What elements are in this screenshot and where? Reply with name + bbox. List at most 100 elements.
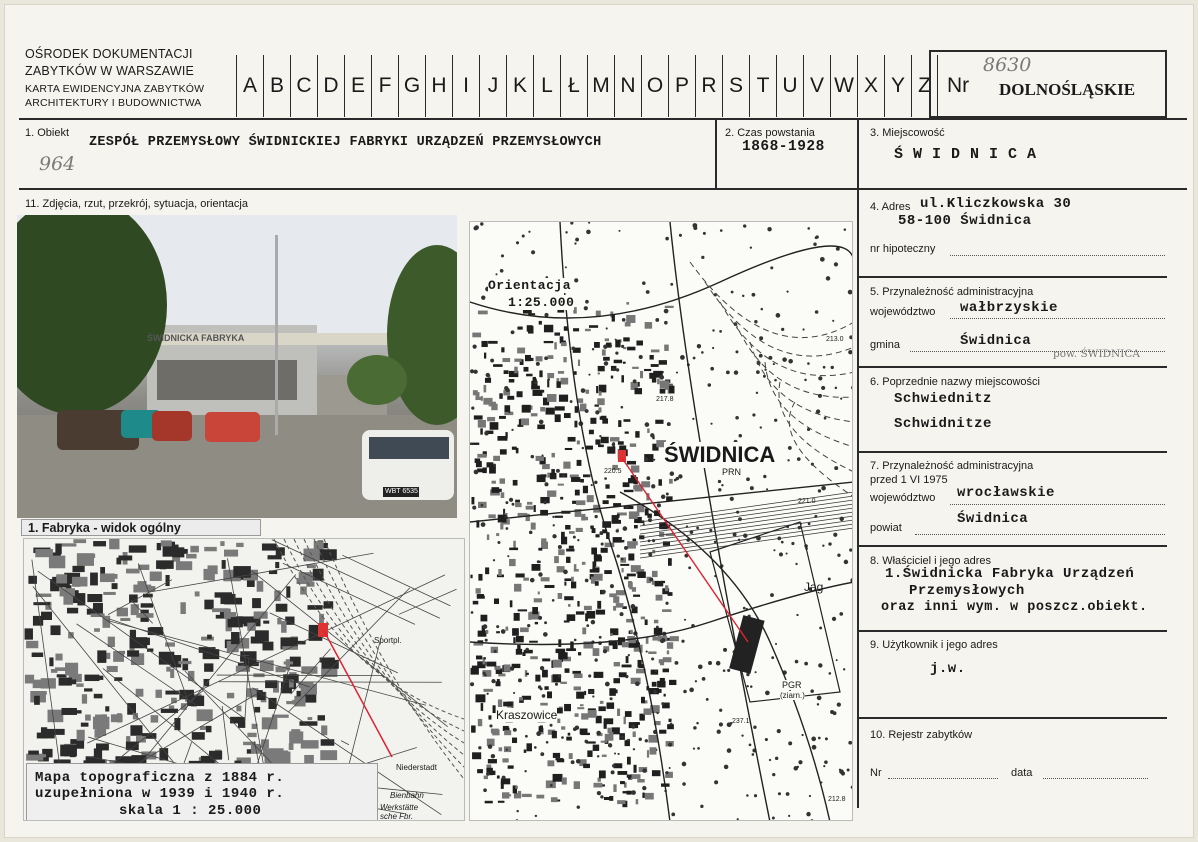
gmina-line: [910, 351, 1165, 352]
historic-map-caption-2: uzupełniona w 1939 i 1940 r.: [35, 786, 285, 802]
map-label-sportpl: Sportpl.: [374, 636, 402, 645]
woj7-value: wrocławskie: [957, 485, 1055, 501]
gmina-handwritten: pow. ŚWIDNICA: [1053, 348, 1140, 360]
alphabet-letter: K: [506, 55, 533, 117]
hipoteczny-line: [950, 255, 1165, 256]
alphabet-letter: J: [479, 55, 506, 117]
wlasciciel-3: oraz inni wym. w poszcz.obiekt.: [881, 600, 1148, 615]
factory-photo: ŚWIDNICKA FABRYKA WBT 6535: [17, 215, 457, 518]
factory-photo-drawing: [17, 215, 457, 518]
alphabet-letter: I: [452, 55, 479, 117]
poprz-label: 6. Poprzednie nazwy miejscowości: [870, 376, 1040, 388]
powiat-value: Świdnica: [957, 511, 1029, 527]
map-height-4: 221.0: [798, 498, 816, 505]
nr-label: Nr: [947, 74, 970, 97]
historic-map: Sportpl. Niederstadt Bienbahn Werkstätte…: [23, 538, 465, 821]
woj-value: wałbrzyskie: [960, 300, 1058, 316]
alphabet-letter: O: [641, 55, 668, 117]
div-9: [857, 630, 1167, 632]
map-height-5: 237.1: [732, 718, 750, 725]
historic-map-caption-1: Mapa topograficzna z 1884 r.: [35, 770, 285, 786]
alphabet-letter: U: [776, 55, 803, 117]
map-label-bahn: Bienbahn: [390, 791, 424, 800]
adres-line1: ul.Kliczkowska 30: [920, 196, 1072, 212]
alphabet-letter: R: [695, 55, 722, 117]
alphabet-letter: Y: [884, 55, 911, 117]
div-10: [857, 717, 1167, 719]
rejestr-data-label: data: [1011, 767, 1033, 779]
alphabet-letter: H: [425, 55, 452, 117]
map-label-werk: Werkstätte: [380, 803, 419, 812]
map-jag-label: Jag: [804, 580, 824, 594]
wlasciciel-2: Przemysłowych: [909, 583, 1025, 599]
divider-v-right: [857, 118, 859, 808]
alphabet-index: ABCDEFGHIJKLŁMNOPRSTUVWXYZ: [236, 52, 938, 120]
org-name-line1: OŚRODEK DOKUMENTACJI: [25, 47, 193, 61]
header-divider: [19, 118, 1187, 120]
czas-value: 1868-1928: [742, 139, 825, 155]
miejscowosc-value: Ś W I D N I C A: [894, 146, 1037, 163]
alphabet-letter: D: [317, 55, 344, 117]
alphabet-letter: S: [722, 55, 749, 117]
map-height-6: 212.8: [828, 796, 846, 803]
uzytkownik-value: j.w.: [930, 661, 966, 677]
alphabet-letter: B: [263, 55, 290, 117]
woj7-label: województwo: [870, 492, 936, 504]
card-type-line1: KARTA EWIDENCYJNA ZABYTKÓW: [25, 83, 205, 95]
woj7-line: [950, 504, 1165, 505]
hipoteczny-label: nr hipoteczny: [870, 243, 936, 255]
przynal7-label: 7. Przynależność administracyjna: [870, 460, 1034, 472]
map-pgr-label: PGR: [782, 680, 802, 690]
alphabet-letter: W: [830, 55, 857, 117]
orientation-label: Orientacja: [488, 278, 572, 293]
woj-line: [950, 318, 1165, 319]
inventory-card: OŚRODEK DOKUMENTACJI ZABYTKÓW W WARSZAWI…: [4, 4, 1194, 838]
photo-caption: 1. Fabryka - widok ogólny: [28, 521, 181, 535]
alphabet-letter: P: [668, 55, 695, 117]
alphabet-letter: C: [290, 55, 317, 117]
poprz-2: Schwidnitze: [894, 416, 992, 432]
map-pgr-sub: (ziarn.): [780, 691, 805, 700]
nr-handwritten: 8630: [983, 54, 1032, 76]
alphabet-letter: T: [749, 55, 776, 117]
photo-caption-box: 1. Fabryka - widok ogólny: [21, 519, 261, 536]
historic-map-caption-box: Mapa topograficzna z 1884 r. uzupełniona…: [26, 763, 378, 820]
card-type-line2: ARCHITEKTURY I BUDOWNICTWA: [25, 97, 202, 109]
map-label-niederstadt: Niederstadt: [396, 763, 437, 772]
obiekt-value: ZESPÓŁ PRZEMYSŁOWY ŚWIDNICKIEJ FABRYKI U…: [89, 135, 602, 150]
orientation-scale: 1:25.000: [508, 295, 575, 310]
alphabet-letter: E: [344, 55, 371, 117]
map-height-2: 213.0: [826, 336, 844, 343]
div-7: [857, 451, 1167, 453]
alphabet-letter: M: [587, 55, 614, 117]
rejestr-nr-label: Nr: [870, 767, 882, 779]
adres-line2: 58-100 Świdnica: [898, 213, 1032, 229]
obiekt-label: 1. Obiekt: [25, 127, 70, 139]
map-city-label: ŚWIDNICA: [664, 442, 776, 468]
rejestr-nr-line: [888, 778, 998, 779]
region-name: DOLNOŚLĄSKIE: [999, 80, 1136, 99]
div-5: [857, 276, 1167, 278]
map-kraszowice-label: Kraszowice: [496, 708, 558, 722]
map-prn-label: PRN: [722, 467, 742, 477]
przynal-label: 5. Przynależność administracyjna: [870, 286, 1034, 298]
alphabet-letter: X: [857, 55, 884, 117]
historic-map-caption-3: skala 1 : 25.000: [119, 803, 262, 819]
alphabet-letter: V: [803, 55, 830, 117]
alphabet-letter: Ł: [560, 55, 587, 117]
div-8: [857, 545, 1167, 547]
alphabet-letter: F: [371, 55, 398, 117]
map-height-1: 217.8: [656, 396, 674, 403]
rejestr-data-line: [1043, 778, 1148, 779]
alphabet-letter: N: [614, 55, 641, 117]
orientation-map-drawing: [470, 222, 852, 820]
map-label-fbr: sche Fbr.: [380, 812, 414, 821]
alphabet-letter: A: [236, 55, 263, 117]
uzytkownik-label: 9. Użytkownik i jego adres: [870, 639, 998, 651]
zdjecia-label: 11. Zdjęcia, rzut, przekrój, sytuacja, o…: [25, 198, 248, 210]
poprz-1: Schwiednitz: [894, 391, 992, 407]
alphabet-letter: G: [398, 55, 425, 117]
wlasciciel-1: 1.Świdnicka Fabryka Urządzeń: [885, 566, 1135, 582]
woj-label: województwo: [870, 306, 936, 318]
gmina-label: gmina: [870, 339, 900, 351]
